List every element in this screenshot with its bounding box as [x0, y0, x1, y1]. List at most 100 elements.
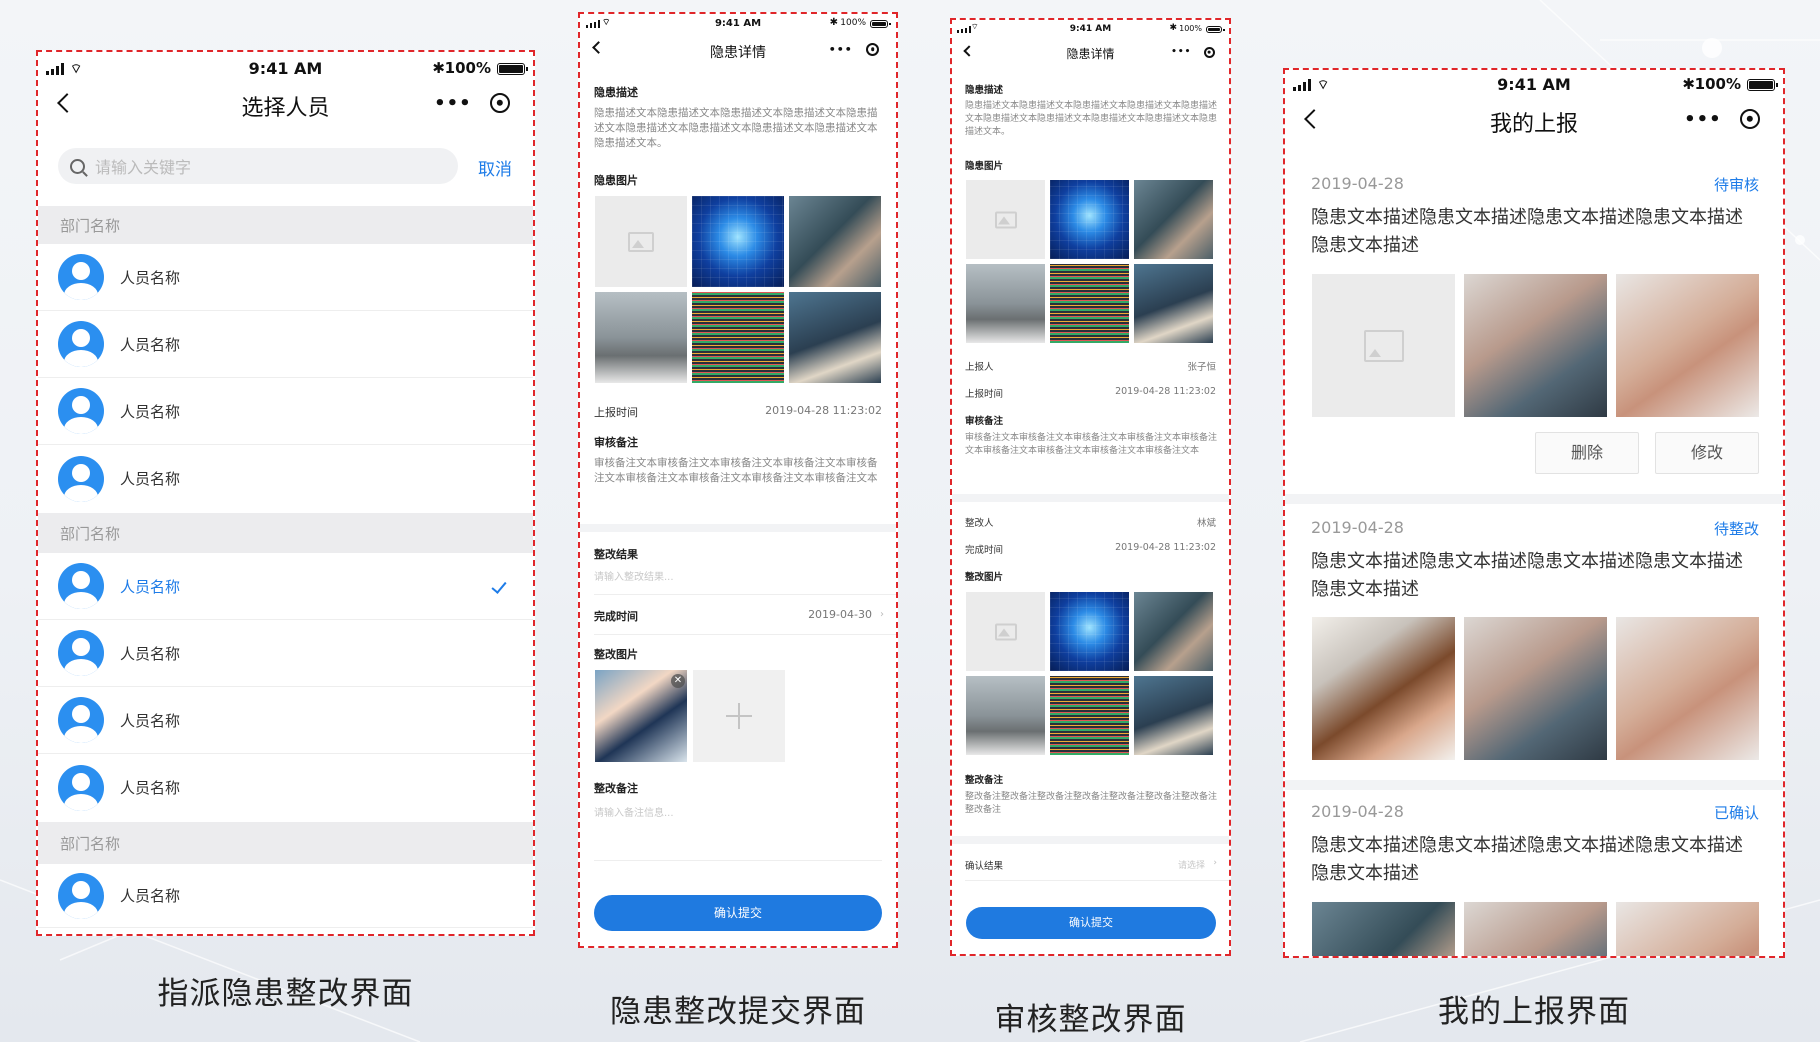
- report-image[interactable]: [1312, 617, 1455, 760]
- report-date: 2019-04-28: [1311, 802, 1404, 821]
- assign-screen: ⌔ 9:41 AM ✱ 100% 选择人员 ••• 请输入关键字 取消 部门名称…: [36, 50, 535, 936]
- status-bar: ⌔ 9:41 AM ✱ 100%: [580, 16, 896, 32]
- confirm-select[interactable]: 请选择: [1178, 858, 1205, 871]
- image-tile[interactable]: [1134, 264, 1213, 343]
- fix-images-label: 整改图片: [594, 648, 638, 661]
- report-image[interactable]: [1464, 902, 1607, 956]
- add-image-button[interactable]: [693, 670, 785, 762]
- fix-image-tile[interactable]: [1050, 676, 1129, 755]
- finish-label: 完成时间: [594, 610, 638, 623]
- more-icon[interactable]: •••: [829, 43, 853, 56]
- bluetooth-icon: ✱: [1169, 23, 1177, 33]
- person-row[interactable]: 人员名称: [38, 687, 533, 754]
- report-time-value: 2019-04-28 11:23:02: [1115, 386, 1216, 397]
- target-icon[interactable]: [1739, 109, 1760, 129]
- report-image[interactable]: [1616, 274, 1759, 417]
- image-tile[interactable]: [789, 292, 881, 383]
- image-tile[interactable]: [692, 292, 784, 383]
- person-name: 人员名称: [120, 470, 181, 488]
- status-badge: 待审核: [1713, 176, 1759, 194]
- avatar: [58, 563, 104, 609]
- person-row[interactable]: 人员名称: [38, 445, 533, 512]
- person-row[interactable]: 人员名称: [38, 620, 533, 687]
- search-input[interactable]: 请输入关键字: [58, 148, 458, 184]
- image-placeholder-icon: [994, 623, 1017, 640]
- fix-image-tile[interactable]: [1134, 592, 1213, 671]
- battery-icon: [497, 63, 528, 75]
- person-row[interactable]: 人员名称: [38, 244, 533, 311]
- nav-bar: 隐患详情 •••: [580, 34, 896, 64]
- check-icon: [491, 578, 507, 594]
- desc-text: 隐患描述文本隐患描述文本隐患描述文本隐患描述文本隐患描述文本隐患描述文本隐患描述…: [594, 107, 878, 150]
- submit-screen: ⌔ 9:41 AM ✱ 100% 隐患详情 ••• 隐患描述 隐患描述文本隐患描…: [578, 12, 898, 948]
- divider: [594, 634, 896, 635]
- person-row-selected[interactable]: 人员名称: [38, 553, 533, 620]
- caption-reports: 我的上报界面: [1438, 994, 1630, 1030]
- fix-image-tile[interactable]: [1134, 676, 1213, 755]
- submit-button[interactable]: 确认提交: [594, 895, 882, 931]
- report-image[interactable]: [1312, 902, 1455, 956]
- confirm-label: 确认结果: [965, 861, 1004, 872]
- close-icon[interactable]: ✕: [671, 674, 685, 688]
- person-row[interactable]: 人员名称: [38, 378, 533, 445]
- report-image[interactable]: [1616, 617, 1759, 760]
- finish-date-picker[interactable]: 2019-04-30: [808, 608, 872, 621]
- report-time-label: 上报时间: [965, 389, 1004, 400]
- caption-review: 审核整改界面: [994, 1002, 1187, 1038]
- fix-remark-text: 整改备注整改备注整改备注整改备注整改备注整改备注整改备注整改备注: [965, 792, 1218, 816]
- image-tile[interactable]: [1050, 264, 1129, 343]
- image-tile[interactable]: [1134, 180, 1213, 259]
- person-name: 人员名称: [120, 711, 181, 730]
- image-tile[interactable]: [692, 196, 784, 287]
- fix-remark-input[interactable]: 请输入备注信息...: [594, 804, 674, 819]
- fix-images-label: 整改图片: [965, 572, 1004, 583]
- capsule-menu: •••: [1675, 102, 1769, 136]
- report-image[interactable]: [1464, 617, 1607, 760]
- report-image[interactable]: [1464, 274, 1607, 417]
- divider: [965, 880, 1229, 881]
- more-icon[interactable]: •••: [1684, 109, 1722, 130]
- reporter-value: 张子恒: [1187, 362, 1216, 373]
- desc-text: 隐患描述文本隐患描述文本隐患描述文本隐患描述文本隐患描述文本隐患描述文本隐患描述…: [965, 101, 1218, 138]
- image-tile[interactable]: [1050, 180, 1129, 259]
- avatar: [58, 764, 104, 811]
- delete-button[interactable]: 删除: [1535, 432, 1639, 474]
- edit-button[interactable]: 修改: [1655, 432, 1759, 474]
- divider: [1285, 494, 1783, 504]
- image-tile[interactable]: [595, 292, 687, 383]
- result-input[interactable]: 请输入整改结果...: [594, 568, 674, 583]
- nav-bar: 我的上报 •••: [1285, 98, 1783, 144]
- person-row[interactable]: 人员名称: [38, 311, 533, 378]
- fix-image-tile[interactable]: [966, 676, 1045, 755]
- report-image[interactable]: [1616, 902, 1759, 956]
- person-name: 人员名称: [120, 335, 181, 354]
- avatar: [58, 872, 104, 919]
- image-tile[interactable]: [966, 264, 1045, 343]
- report-image[interactable]: [1312, 274, 1455, 417]
- target-icon[interactable]: [1203, 46, 1215, 58]
- more-icon[interactable]: •••: [434, 93, 472, 114]
- caption-submit: 隐患整改提交界面: [610, 994, 866, 1030]
- status-badge: 已确认: [1713, 804, 1759, 822]
- fixer-value: 林斌: [1196, 518, 1216, 529]
- person-row[interactable]: 人员名称: [38, 754, 533, 821]
- more-icon[interactable]: •••: [1171, 47, 1191, 57]
- target-icon[interactable]: [489, 93, 510, 113]
- target-icon[interactable]: [866, 42, 880, 56]
- cancel-button[interactable]: 取消: [478, 155, 512, 180]
- desc-label: 隐患描述: [594, 86, 638, 99]
- battery-icon: [870, 20, 891, 28]
- fix-image-tile[interactable]: [966, 592, 1045, 671]
- fix-image-tile[interactable]: [1050, 592, 1129, 671]
- report-time-label: 上报时间: [594, 406, 638, 419]
- dept-header: 部门名称: [38, 206, 533, 244]
- image-tile[interactable]: [789, 196, 881, 287]
- submit-button[interactable]: 确认提交: [966, 907, 1216, 939]
- reporter-label: 上报人: [965, 362, 994, 373]
- finish-value: 2019-04-28 11:23:02: [1115, 542, 1216, 553]
- image-tile[interactable]: [966, 180, 1045, 259]
- person-row[interactable]: 人员名称: [38, 864, 533, 928]
- divider: [952, 836, 1229, 844]
- image-tile[interactable]: [595, 196, 687, 287]
- report-date: 2019-04-28: [1311, 518, 1404, 537]
